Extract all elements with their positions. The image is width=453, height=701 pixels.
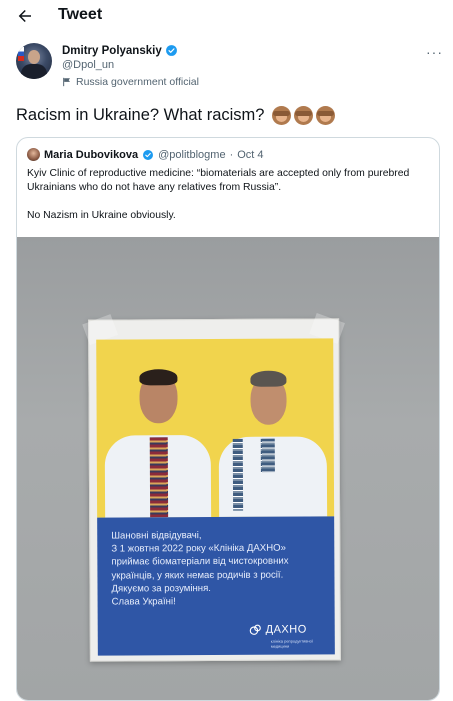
poster-line: З 1 жовтня 2022 року «Клініка ДАХНО» — [111, 542, 286, 555]
poster-line: Слава Україні! — [111, 596, 176, 608]
more-options-icon[interactable]: ··· — [426, 44, 443, 60]
tweet-text: Racism in Ukraine? What racism? — [16, 106, 265, 124]
person-right — [214, 370, 330, 518]
clinic-poster: Шановні відвідувачі, З 1 жовтня 2022 рок… — [82, 312, 345, 662]
quoted-paragraph: Kyiv Clinic of reproductive medicine: “b… — [27, 168, 410, 193]
poster-line: Дякуємо за розуміння. — [111, 582, 211, 595]
quoted-tweet[interactable]: Maria Dubovikova @politblogme · Oct 4 Ky… — [16, 137, 440, 701]
quoted-author-name: Maria Dubovikova — [44, 148, 139, 161]
author-avatar[interactable] — [16, 43, 52, 79]
quoted-date: Oct 4 — [237, 148, 264, 161]
quoted-tweet-header: Maria Dubovikova @politblogme · Oct 4 — [27, 148, 264, 161]
quoted-tweet-text: Kyiv Clinic of reproductive medicine: “b… — [27, 167, 431, 237]
poster-line: приймає біоматеріали від чистокровних — [111, 556, 289, 568]
author-name-row[interactable]: Dmitry Polyanskiy — [62, 44, 199, 57]
attached-photo[interactable]: Шановні відвідувачі, З 1 жовтня 2022 рок… — [17, 237, 439, 700]
poster-line: Шановні відвідувачі, — [111, 530, 202, 542]
poster-line: українців, у яких немає родичів з росії. — [111, 569, 284, 582]
author-handle[interactable]: @Dpol_un — [62, 59, 199, 71]
quoted-paragraph: No Nazism in Ukraine obviously. — [27, 210, 176, 221]
hear-no-evil-monkey-icon — [294, 106, 314, 125]
see-no-evil-monkey-icon — [272, 106, 292, 125]
verified-badge-icon — [165, 45, 177, 56]
clinic-logo-text: ДАХНО — [265, 623, 307, 636]
separator-dot: · — [229, 148, 234, 161]
quoted-author-handle: @politblogme — [158, 148, 226, 161]
verified-badge-icon — [143, 149, 154, 160]
clinic-logo: ДАХНО — [249, 623, 307, 637]
author-info: Dmitry Polyanskiy @Dpol_un Russia govern… — [62, 44, 199, 89]
flag-icon — [18, 47, 24, 61]
page-title: Tweet — [58, 6, 103, 23]
top-bar: Tweet — [0, 0, 453, 32]
back-arrow-icon[interactable] — [16, 7, 34, 25]
speak-no-evil-monkey-icon — [316, 106, 336, 125]
clinic-logo-icon — [249, 624, 261, 635]
poster-photo-area — [96, 338, 335, 518]
tweet-body: Racism in Ukraine? What racism? — [16, 106, 336, 125]
clinic-logo-subtext: клініка репродуктивної медицини — [270, 638, 313, 649]
poster-notice: Шановні відвідувачі, З 1 жовтня 2022 рок… — [97, 516, 335, 656]
flag-icon — [63, 77, 70, 87]
government-label-text: Russia government official — [76, 76, 199, 88]
emoji-group — [272, 106, 336, 125]
quoted-author-avatar — [27, 148, 40, 161]
author-display-name[interactable]: Dmitry Polyanskiy — [62, 45, 162, 57]
government-label[interactable]: Russia government official — [62, 76, 199, 88]
person-left — [104, 367, 215, 518]
